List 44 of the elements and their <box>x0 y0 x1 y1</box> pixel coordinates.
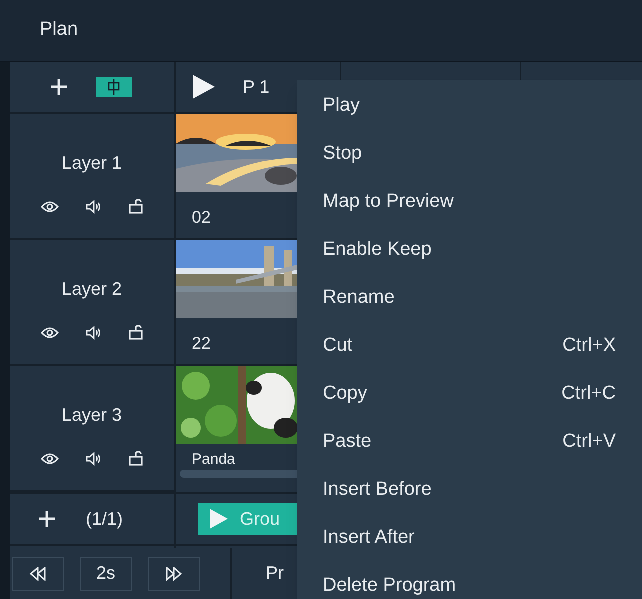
program-tab-label[interactable]: Pr <box>266 560 284 587</box>
thumbnail-label: 02 <box>192 209 212 227</box>
menu-item[interactable]: Map to Preview <box>297 179 642 227</box>
layer-name[interactable]: Layer 1 <box>62 150 122 177</box>
menu-item[interactable]: Paste Ctrl+V <box>297 419 642 467</box>
interval-button[interactable]: 2s <box>80 556 132 590</box>
previous-button[interactable] <box>12 556 64 590</box>
menu-item[interactable]: Enable Keep <box>297 227 642 275</box>
program-name: P 1 <box>243 76 270 98</box>
menu-item[interactable]: Rename <box>297 275 642 323</box>
add-icon[interactable] <box>38 510 56 528</box>
page-indicator: (1/1) <box>86 508 124 531</box>
program-thumbnail[interactable]: 22 <box>176 240 297 366</box>
menu-item[interactable]: Play <box>297 83 642 131</box>
menu-item[interactable]: Insert After <box>297 515 642 563</box>
menu-item[interactable]: Copy Ctrl+C <box>297 371 642 419</box>
thumbnail-label: Panda <box>192 452 236 468</box>
add-icon[interactable] <box>50 78 68 96</box>
lock-icon[interactable] <box>128 451 143 466</box>
menu-item[interactable]: Insert Before <box>297 467 642 515</box>
menu-item[interactable]: Cut Ctrl+X <box>297 323 642 371</box>
window-title: Plan <box>40 18 78 42</box>
eye-icon[interactable] <box>41 200 60 212</box>
layer-name[interactable]: Layer 2 <box>62 276 122 303</box>
speaker-icon[interactable] <box>86 200 102 214</box>
menu-item[interactable]: Stop <box>297 131 642 179</box>
thumbnail-label: 22 <box>192 335 212 353</box>
horizontal-scrollbar[interactable] <box>180 470 297 478</box>
speaker-icon[interactable] <box>86 326 102 340</box>
next-button[interactable] <box>148 556 200 590</box>
lock-icon[interactable] <box>128 199 143 214</box>
play-icon <box>210 509 228 529</box>
speaker-icon[interactable] <box>86 452 102 466</box>
eye-icon[interactable] <box>41 452 60 464</box>
rewind-icon <box>29 566 47 580</box>
layer-name[interactable]: Layer 3 <box>62 402 122 429</box>
eye-icon[interactable] <box>41 326 60 338</box>
menu-item[interactable]: Delete Program <box>297 563 642 599</box>
program-thumbnail[interactable]: 02 <box>176 114 297 240</box>
split-layout-icon[interactable] <box>96 77 132 97</box>
play-icon[interactable] <box>193 75 215 99</box>
lock-icon[interactable] <box>128 325 143 340</box>
program-thumbnail[interactable]: Panda <box>176 366 297 492</box>
fast-forward-icon <box>165 566 183 580</box>
